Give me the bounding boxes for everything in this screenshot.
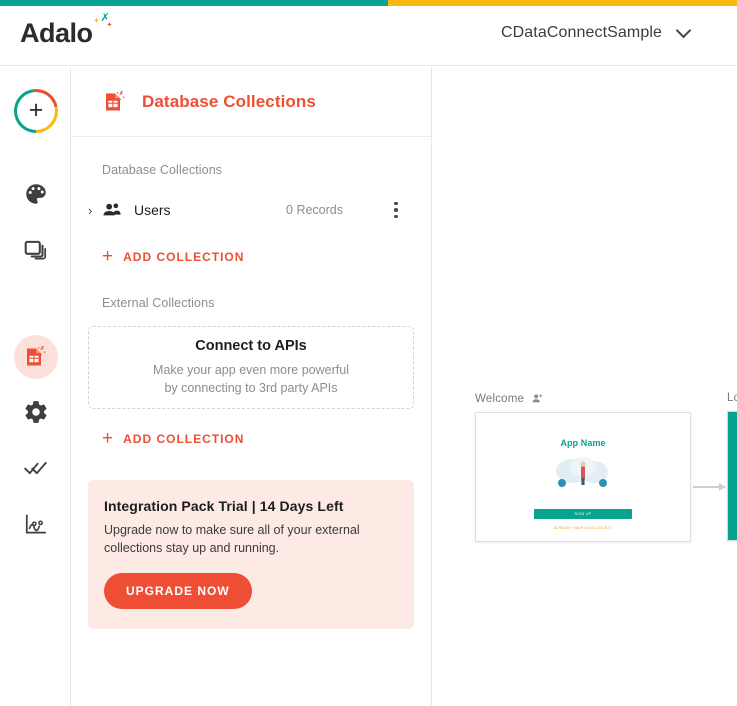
app-selector-dropdown[interactable]: CDataConnectSample xyxy=(501,24,689,42)
app-header: Adalo ✦ ✗ ✦ CDataConnectSample xyxy=(0,6,737,66)
screen-login[interactable]: Lo xyxy=(727,392,737,541)
connector-line xyxy=(693,486,719,488)
screen-preview-welcome[interactable]: App Name xyxy=(475,412,691,542)
preview-button-label: SIGN UP xyxy=(575,512,592,516)
collection-record-count: 0 Records xyxy=(286,203,343,217)
sidebar-item-analytics[interactable] xyxy=(0,502,71,546)
more-vertical-icon[interactable] xyxy=(383,202,409,218)
collection-row-users[interactable]: › Users 0 Records xyxy=(71,193,431,227)
database-icon: ✗ xyxy=(23,344,49,370)
sparkle-yellow-icon: ✦ xyxy=(94,18,100,25)
add-button[interactable]: + xyxy=(14,89,58,133)
adalo-logo[interactable]: Adalo ✦ ✗ ✦ xyxy=(20,20,112,47)
chevron-right-icon[interactable]: › xyxy=(88,204,102,217)
analytics-icon xyxy=(23,511,49,537)
screen-label-welcome: Welcome xyxy=(475,392,691,405)
collection-name: Users xyxy=(134,202,171,218)
database-collections-panel: ✗ Database Collections Database Collecti… xyxy=(71,67,432,706)
sparkle-red-icon: ✦ xyxy=(107,22,113,29)
preview-login-link[interactable]: ALREADY HAVE AN ACCOUNT? xyxy=(554,526,612,530)
plus-icon: + xyxy=(102,247,113,266)
sidebar-item-screens[interactable] xyxy=(0,228,71,272)
add-collection-label: ADD COLLECTION xyxy=(123,432,244,446)
external-section-label: External Collections xyxy=(71,266,431,310)
connect-to-apis-card[interactable]: Connect to APIs Make your app even more … xyxy=(88,326,414,409)
screen-welcome[interactable]: Welcome App Name xyxy=(475,392,691,542)
screens-icon xyxy=(23,237,49,263)
api-card-subtitle-line2: by connecting to 3rd party APIs xyxy=(164,381,337,395)
plus-icon: + xyxy=(29,98,44,123)
add-collection-label: ADD COLLECTION xyxy=(123,250,244,264)
screens-canvas[interactable]: Welcome App Name xyxy=(433,67,737,706)
preview-content: App Name xyxy=(476,413,690,541)
api-card-subtitle: Make your app even more powerful by conn… xyxy=(153,361,349,397)
screen-name: Welcome xyxy=(475,393,524,405)
logo-sparkles: ✦ ✗ ✦ xyxy=(94,20,112,40)
double-check-icon xyxy=(23,455,49,481)
gear-icon xyxy=(23,399,49,425)
upgrade-now-button[interactable]: UPGRADE NOW xyxy=(104,573,252,609)
add-collection-button-database[interactable]: + ADD COLLECTION xyxy=(71,247,431,266)
adalo-editor-window: Adalo ✦ ✗ ✦ CDataConnectSample + xyxy=(0,0,737,706)
preview-app-title: App Name xyxy=(560,438,605,448)
database-section-label: Database Collections xyxy=(71,137,431,177)
users-icon xyxy=(102,200,124,220)
svg-text:✗: ✗ xyxy=(40,345,45,352)
screen-label-login: Lo xyxy=(727,392,737,404)
api-card-subtitle-line1: Make your app even more powerful xyxy=(153,363,349,377)
sidebar-item-branding[interactable] xyxy=(0,172,71,216)
add-button-inner: + xyxy=(17,92,55,130)
trial-description: Upgrade now to make sure all of your ext… xyxy=(104,521,398,557)
screen-preview-login[interactable] xyxy=(727,411,737,541)
trial-title: Integration Pack Trial | 14 Days Left xyxy=(104,498,398,514)
sidebar-item-publish[interactable] xyxy=(0,446,71,490)
add-collection-button-external[interactable]: + ADD COLLECTION xyxy=(71,429,431,448)
app-name-label: CDataConnectSample xyxy=(501,24,662,42)
chevron-down-icon xyxy=(676,23,692,39)
sidebar-item-database[interactable]: ✗ xyxy=(0,335,71,379)
preview-signup-button[interactable]: SIGN UP xyxy=(534,509,632,519)
logo-wordmark: Adalo xyxy=(20,20,93,47)
cloud-person-illustration xyxy=(546,454,620,499)
palette-icon xyxy=(23,181,49,207)
left-icon-rail: + ✗ xyxy=(0,67,71,706)
svg-text:✗: ✗ xyxy=(119,90,124,97)
panel-header: ✗ Database Collections xyxy=(71,67,431,137)
user-add-icon xyxy=(531,392,544,405)
screen-connector-arrow xyxy=(693,483,726,491)
arrow-head-icon xyxy=(719,483,726,491)
integration-trial-card: Integration Pack Trial | 14 Days Left Up… xyxy=(88,480,414,629)
page-title: Database Collections xyxy=(142,92,316,112)
sidebar-item-settings[interactable] xyxy=(0,390,71,434)
screen-name: Lo xyxy=(727,392,737,404)
plus-icon: + xyxy=(102,429,113,448)
database-icon: ✗ xyxy=(102,89,128,115)
api-card-title: Connect to APIs xyxy=(195,338,306,354)
